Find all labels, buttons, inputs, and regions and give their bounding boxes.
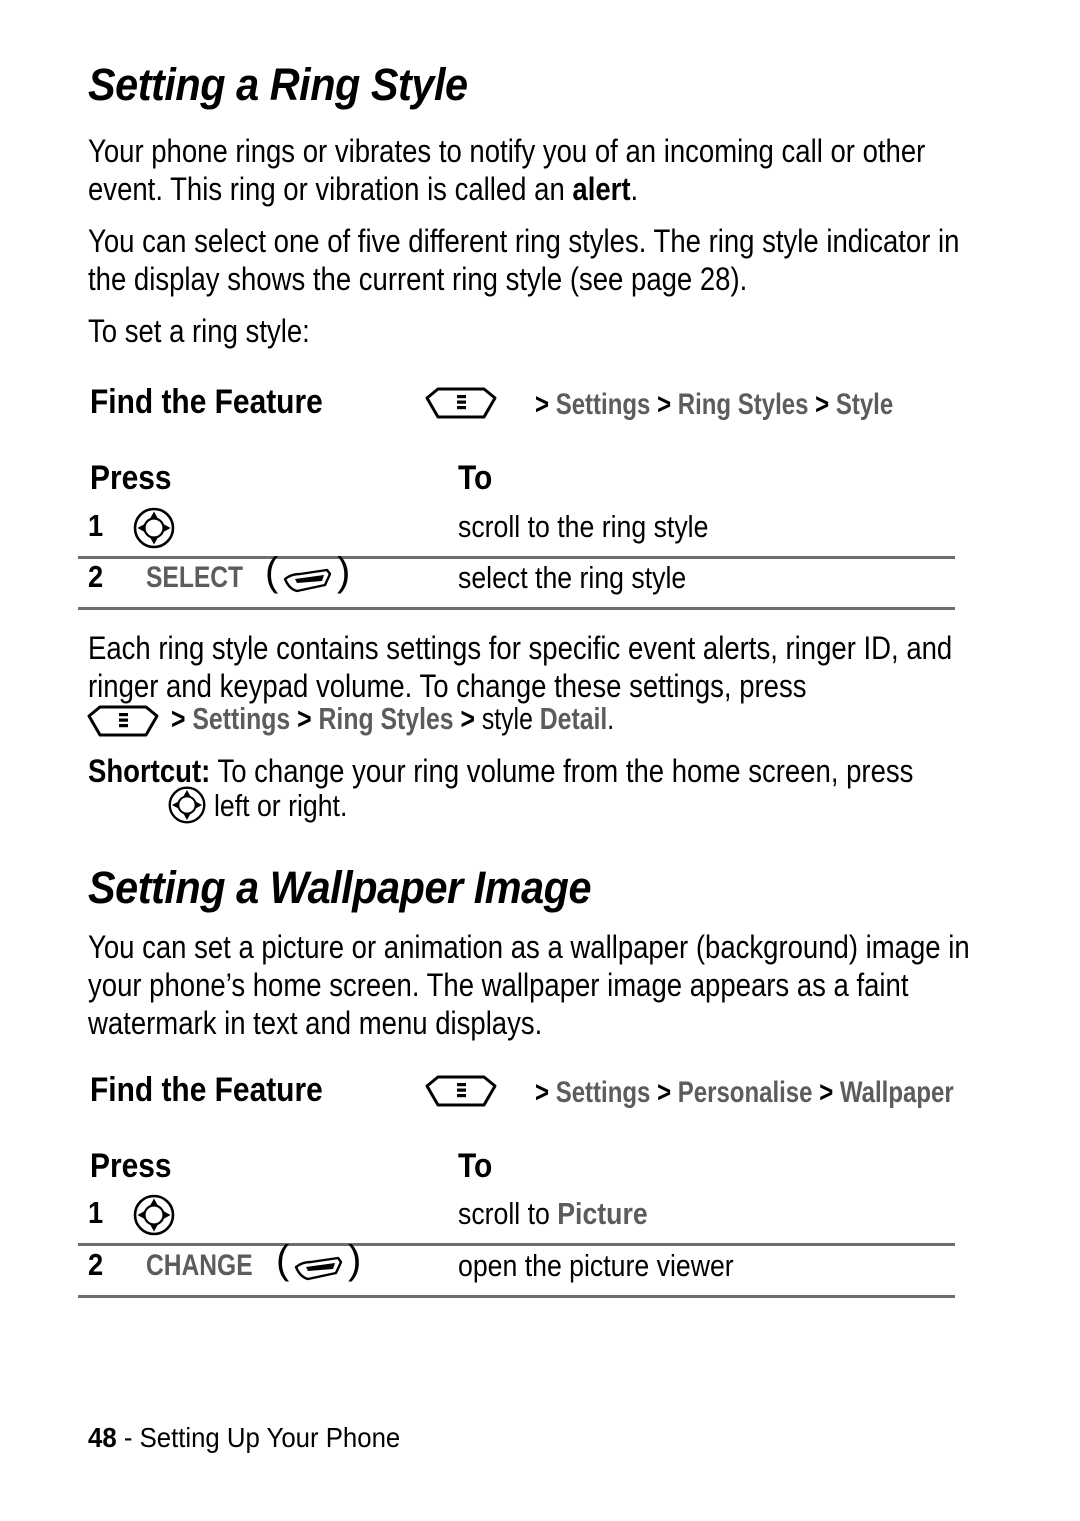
paragraph-to-set: To set a ring style: — [88, 312, 991, 350]
table-bottom-divider — [78, 1295, 955, 1298]
table-cell-action: select the ring style — [458, 561, 686, 595]
page-title-ring-style: Setting a Ring Style — [88, 59, 468, 110]
menu-path-item: Ring Styles — [677, 388, 809, 421]
table-row-divider — [78, 1243, 955, 1246]
paragraph-run-tail: . — [630, 171, 639, 207]
table-header-to-2: To — [458, 1147, 493, 1185]
menu-path-item: Wallpaper — [839, 1076, 954, 1109]
footer-page-number: 48 — [88, 1422, 117, 1453]
table-header-press-1: Press — [90, 459, 172, 497]
soft-key-icon — [281, 565, 333, 595]
menu-path-item: Style — [835, 388, 894, 421]
menu-path-item: Settings — [555, 388, 651, 421]
soft-key-icon — [292, 1253, 344, 1283]
paragraph-ring-style-details: Each ring style contains settings for sp… — [88, 629, 991, 705]
paren-close: ) — [337, 550, 351, 594]
action-text: scroll to — [458, 1196, 558, 1231]
menu-path-item: Personalise — [677, 1076, 813, 1109]
shortcut-text-after: left or right. — [214, 789, 347, 823]
navigation-key-icon — [132, 506, 176, 550]
menu-path-1: > Settings > Ring Styles > Style — [535, 388, 893, 422]
table-cell-action: scroll to Picture — [458, 1197, 648, 1231]
menu-path-ring-detail: > Settings > Ring Styles > style Detail. — [171, 702, 614, 736]
action-text: open the picture viewer — [458, 1248, 734, 1283]
paren-open: ( — [265, 550, 279, 594]
menu-path-style-word: style — [481, 701, 533, 736]
menu-path-item: Settings — [555, 1076, 651, 1109]
find-the-feature-label-2: Find the Feature — [90, 1071, 323, 1109]
shortcut-tail-text: left or right. — [214, 788, 348, 823]
menu-key-icon — [424, 1074, 498, 1108]
soft-key-label: SELECT — [146, 561, 244, 594]
table-header-press-2: Press — [90, 1147, 172, 1185]
table-row-divider — [78, 556, 955, 559]
shortcut-label: Shortcut: — [88, 753, 211, 789]
table-row-number: 2 — [88, 1247, 104, 1282]
paragraph-run-text: Each ring style contains settings for sp… — [88, 630, 953, 704]
manual-page: Setting a Ring Style Your phone rings or… — [0, 0, 1080, 1521]
page-footer: 48 - Setting Up Your Phone — [88, 1422, 400, 1454]
paragraph-run-text: You can set a picture or animation as a … — [88, 929, 970, 1041]
table-bottom-divider — [78, 607, 955, 610]
menu-path-separator: > — [815, 388, 830, 421]
menu-path-period: . — [607, 701, 615, 736]
table-row-number: 1 — [88, 508, 104, 543]
menu-path-separator: > — [460, 701, 475, 736]
paragraph-run-bold: alert — [572, 171, 631, 207]
action-text: select the ring style — [458, 560, 687, 595]
table-cell-action: scroll to the ring style — [458, 510, 708, 544]
paragraph-run-text: To set a ring style: — [88, 313, 310, 349]
shortcut-text-before: To change your ring volume from the home… — [210, 753, 914, 789]
paragraph-run-text: You can select one of five different rin… — [88, 223, 960, 297]
paren-close: ) — [348, 1238, 362, 1282]
page-title-wallpaper: Setting a Wallpaper Image — [88, 862, 592, 913]
find-the-feature-label-1: Find the Feature — [90, 383, 323, 421]
menu-path-separator: > — [297, 701, 312, 736]
navigation-key-icon — [167, 785, 207, 825]
action-text: scroll to the ring style — [458, 509, 709, 544]
shortcut-paragraph: Shortcut: To change your ring volume fro… — [88, 752, 974, 790]
table-cell-action: open the picture viewer — [458, 1249, 734, 1283]
table-row-number: 2 — [88, 559, 104, 594]
menu-path-item: Settings — [192, 701, 291, 736]
menu-key-icon — [86, 704, 160, 738]
menu-path-item: Ring Styles — [318, 701, 454, 736]
table-header-to-1: To — [458, 459, 493, 497]
menu-path-separator: > — [657, 388, 672, 421]
menu-path-separator: > — [819, 1076, 834, 1109]
navigation-key-icon — [132, 1193, 176, 1237]
menu-path-item: Detail — [539, 701, 608, 736]
action-highlight: Picture — [557, 1196, 648, 1231]
paragraph-ring-alert: Your phone rings or vibrates to notify y… — [88, 132, 965, 208]
footer-section-name: Setting Up Your Phone — [139, 1422, 401, 1453]
menu-path-prefix: > — [535, 388, 550, 421]
paragraph-wallpaper-desc: You can set a picture or animation as a … — [88, 928, 991, 1042]
footer-separator: - — [123, 1422, 133, 1453]
menu-path-separator: > — [657, 1076, 672, 1109]
paragraph-five-styles: You can select one of five different rin… — [88, 222, 987, 298]
soft-key-label: CHANGE — [146, 1249, 253, 1282]
menu-path-prefix: > — [171, 701, 186, 736]
menu-path-prefix: > — [535, 1076, 550, 1109]
table-row-number: 1 — [88, 1195, 104, 1230]
paragraph-run-text: Your phone rings or vibrates to notify y… — [88, 133, 926, 207]
menu-path-2: > Settings > Personalise > Wallpaper — [535, 1076, 954, 1110]
menu-key-icon — [424, 386, 498, 420]
paren-open: ( — [276, 1238, 290, 1282]
